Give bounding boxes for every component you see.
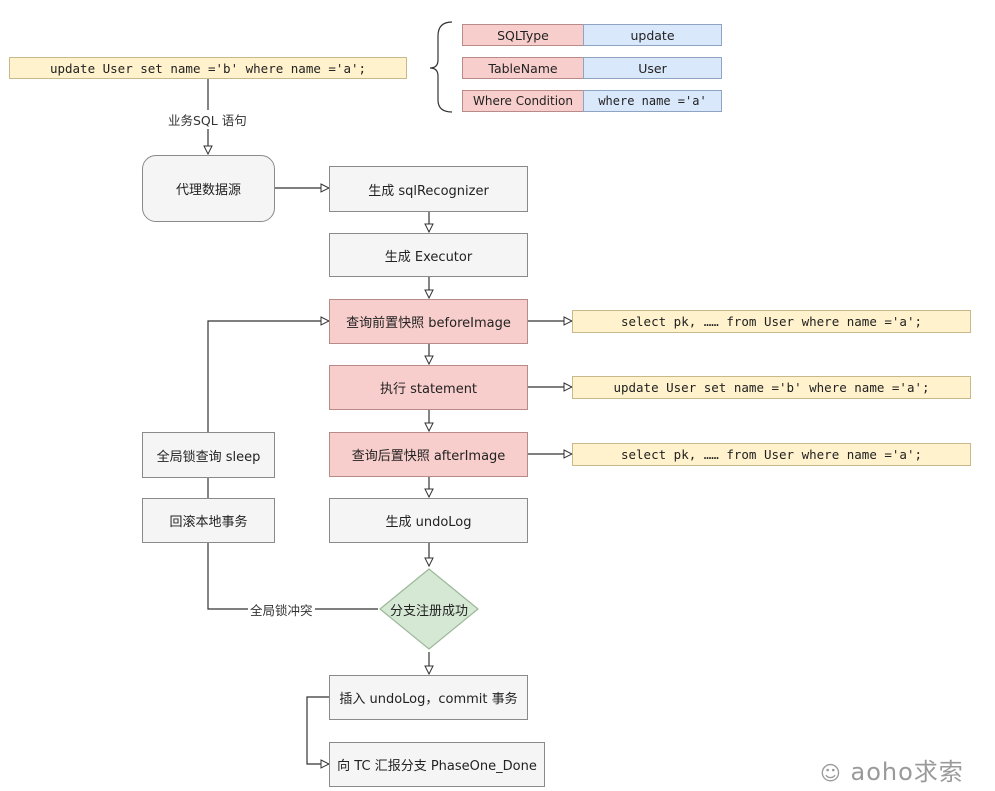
node-global-lock-sleep: 全局锁查询 sleep [142, 432, 275, 478]
node-proxy-datasource: 代理数据源 [142, 155, 275, 222]
sql-input-edge-label: 业务SQL 语句 [166, 110, 249, 129]
node-gen-recognizer: 生成 sqlRecognizer [329, 166, 528, 212]
node-branch-register: 分支注册成功 [378, 567, 480, 651]
node-before-image: 查询前置快照 beforeImage [329, 299, 528, 344]
wechat-icon: ☺ [820, 761, 842, 785]
lock-conflict-label: 全局锁冲突 [248, 600, 315, 619]
edge-sleep-to-before [207, 321, 329, 432]
sql-statement: update User set name ='b' where name ='a… [572, 376, 971, 399]
brace [429, 21, 453, 113]
parse-key-sqltype: SQLType [462, 24, 584, 46]
sql-after-image: select pk, …… from User where name ='a'; [572, 443, 971, 466]
branch-register-label: 分支注册成功 [389, 603, 468, 619]
node-gen-executor: 生成 Executor [329, 233, 528, 277]
sql-input-box: update User set name ='b' where name ='a… [9, 57, 407, 79]
parse-value-tablename: User [583, 57, 722, 79]
edge-insert-to-report [306, 696, 329, 764]
parse-value-where: where name ='a' [583, 90, 722, 112]
watermark-text: aoho求索 [850, 758, 964, 786]
node-exec-statement: 执行 statement [329, 365, 528, 410]
node-gen-undolog: 生成 undoLog [329, 498, 528, 543]
sql-before-image: select pk, …… from User where name ='a'; [572, 310, 971, 333]
watermark: ☺ aoho求索 [820, 752, 964, 787]
parse-value-sqltype: update [583, 24, 722, 46]
parse-key-where: Where Condition [462, 90, 584, 112]
node-report-tc: 向 TC 汇报分支 PhaseOne_Done [329, 742, 545, 787]
node-after-image: 查询后置快照 afterImage [329, 432, 528, 477]
node-insert-commit: 插入 undoLog，commit 事务 [329, 675, 528, 720]
parse-key-tablename: TableName [462, 57, 584, 79]
node-rollback-local: 回滚本地事务 [142, 498, 275, 543]
